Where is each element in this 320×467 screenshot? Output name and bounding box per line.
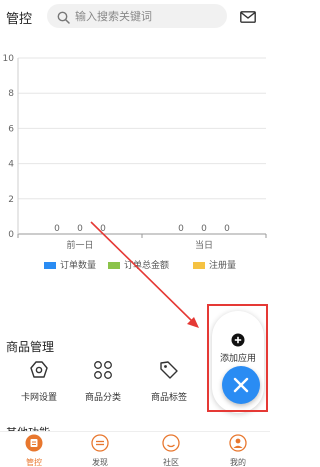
settings-gear-icon — [8, 360, 70, 384]
discover-icon — [75, 434, 125, 456]
nav-item-discover[interactable]: 发现 — [75, 434, 125, 467]
legend-item[interactable]: 订单总金额 — [108, 259, 169, 273]
search-icon — [57, 9, 70, 28]
data-label: 0 — [100, 224, 106, 234]
legend-label: 订单总金额 — [124, 261, 170, 271]
goods-item-label: 卡网设置 — [20, 393, 57, 403]
goods-item-label: 商品分类 — [84, 393, 121, 403]
grid-category-icon — [72, 360, 134, 384]
sales-chart: 0 2 4 6 8 10 前一日 0 0 0 当日 0 0 0 订单数量 订单总金额 注册量 — [0, 34, 270, 284]
legend-label: 订单数量 — [60, 261, 97, 271]
community-icon — [146, 434, 196, 456]
nav-item-community[interactable]: 社区 — [146, 434, 196, 467]
goods-item-tags[interactable]: 商品标签 — [138, 360, 200, 410]
x-tick-label: 当日 — [195, 239, 213, 251]
goods-item-label: 商品标签 — [150, 393, 187, 403]
legend-label: 注册量 — [209, 261, 237, 271]
tag-icon — [138, 360, 200, 384]
top-header: 管控 — [0, 0, 270, 34]
nav-label: 社区 — [163, 458, 179, 467]
goods-item-category[interactable]: 商品分类 — [72, 360, 134, 410]
legend-item[interactable]: 订单数量 — [44, 259, 96, 273]
control-icon — [9, 434, 59, 456]
y-tick-label: 8 — [8, 89, 14, 99]
y-tick-label: 10 — [3, 54, 15, 64]
goods-item-card-settings[interactable]: 卡网设置 — [8, 360, 70, 410]
bottom-nav: 管控 发现 社区 我的 — [0, 431, 270, 467]
y-tick-label: 2 — [8, 195, 14, 205]
chart-canvas: 0 2 4 6 8 10 前一日 0 0 0 当日 0 0 0 — [3, 54, 267, 251]
data-label: 0 — [77, 224, 83, 234]
data-label: 0 — [178, 224, 184, 234]
y-tick-label: 4 — [8, 160, 14, 170]
search-bar[interactable] — [47, 4, 227, 28]
nav-label: 发现 — [92, 458, 108, 467]
legend-swatch — [193, 262, 205, 269]
nav-item-control[interactable]: 管控 — [9, 434, 59, 467]
nav-label: 管控 — [26, 458, 42, 467]
profile-icon — [213, 434, 263, 456]
close-icon — [233, 377, 249, 393]
legend-item[interactable]: 注册量 — [193, 259, 236, 273]
data-label: 0 — [224, 224, 230, 234]
search-input[interactable] — [75, 4, 223, 28]
data-label: 0 — [201, 224, 207, 234]
mail-icon[interactable] — [240, 8, 256, 27]
y-tick-label: 0 — [8, 230, 14, 240]
nav-item-profile[interactable]: 我的 — [213, 434, 263, 467]
y-tick-label: 6 — [8, 124, 14, 134]
close-fab-button[interactable] — [222, 366, 260, 404]
page-title: 管控 — [6, 12, 33, 27]
section-title-goods: 商品管理 — [6, 340, 55, 354]
data-label: 0 — [54, 224, 60, 234]
chart-legend: 订单数量 订单总金额 注册量 — [40, 259, 270, 273]
add-app-label[interactable]: 添加应用 — [212, 351, 264, 364]
x-tick-label: 前一日 — [66, 239, 93, 251]
legend-swatch — [44, 262, 56, 269]
legend-swatch — [108, 262, 120, 269]
add-app-icon[interactable] — [231, 332, 245, 351]
nav-label: 我的 — [230, 458, 246, 467]
